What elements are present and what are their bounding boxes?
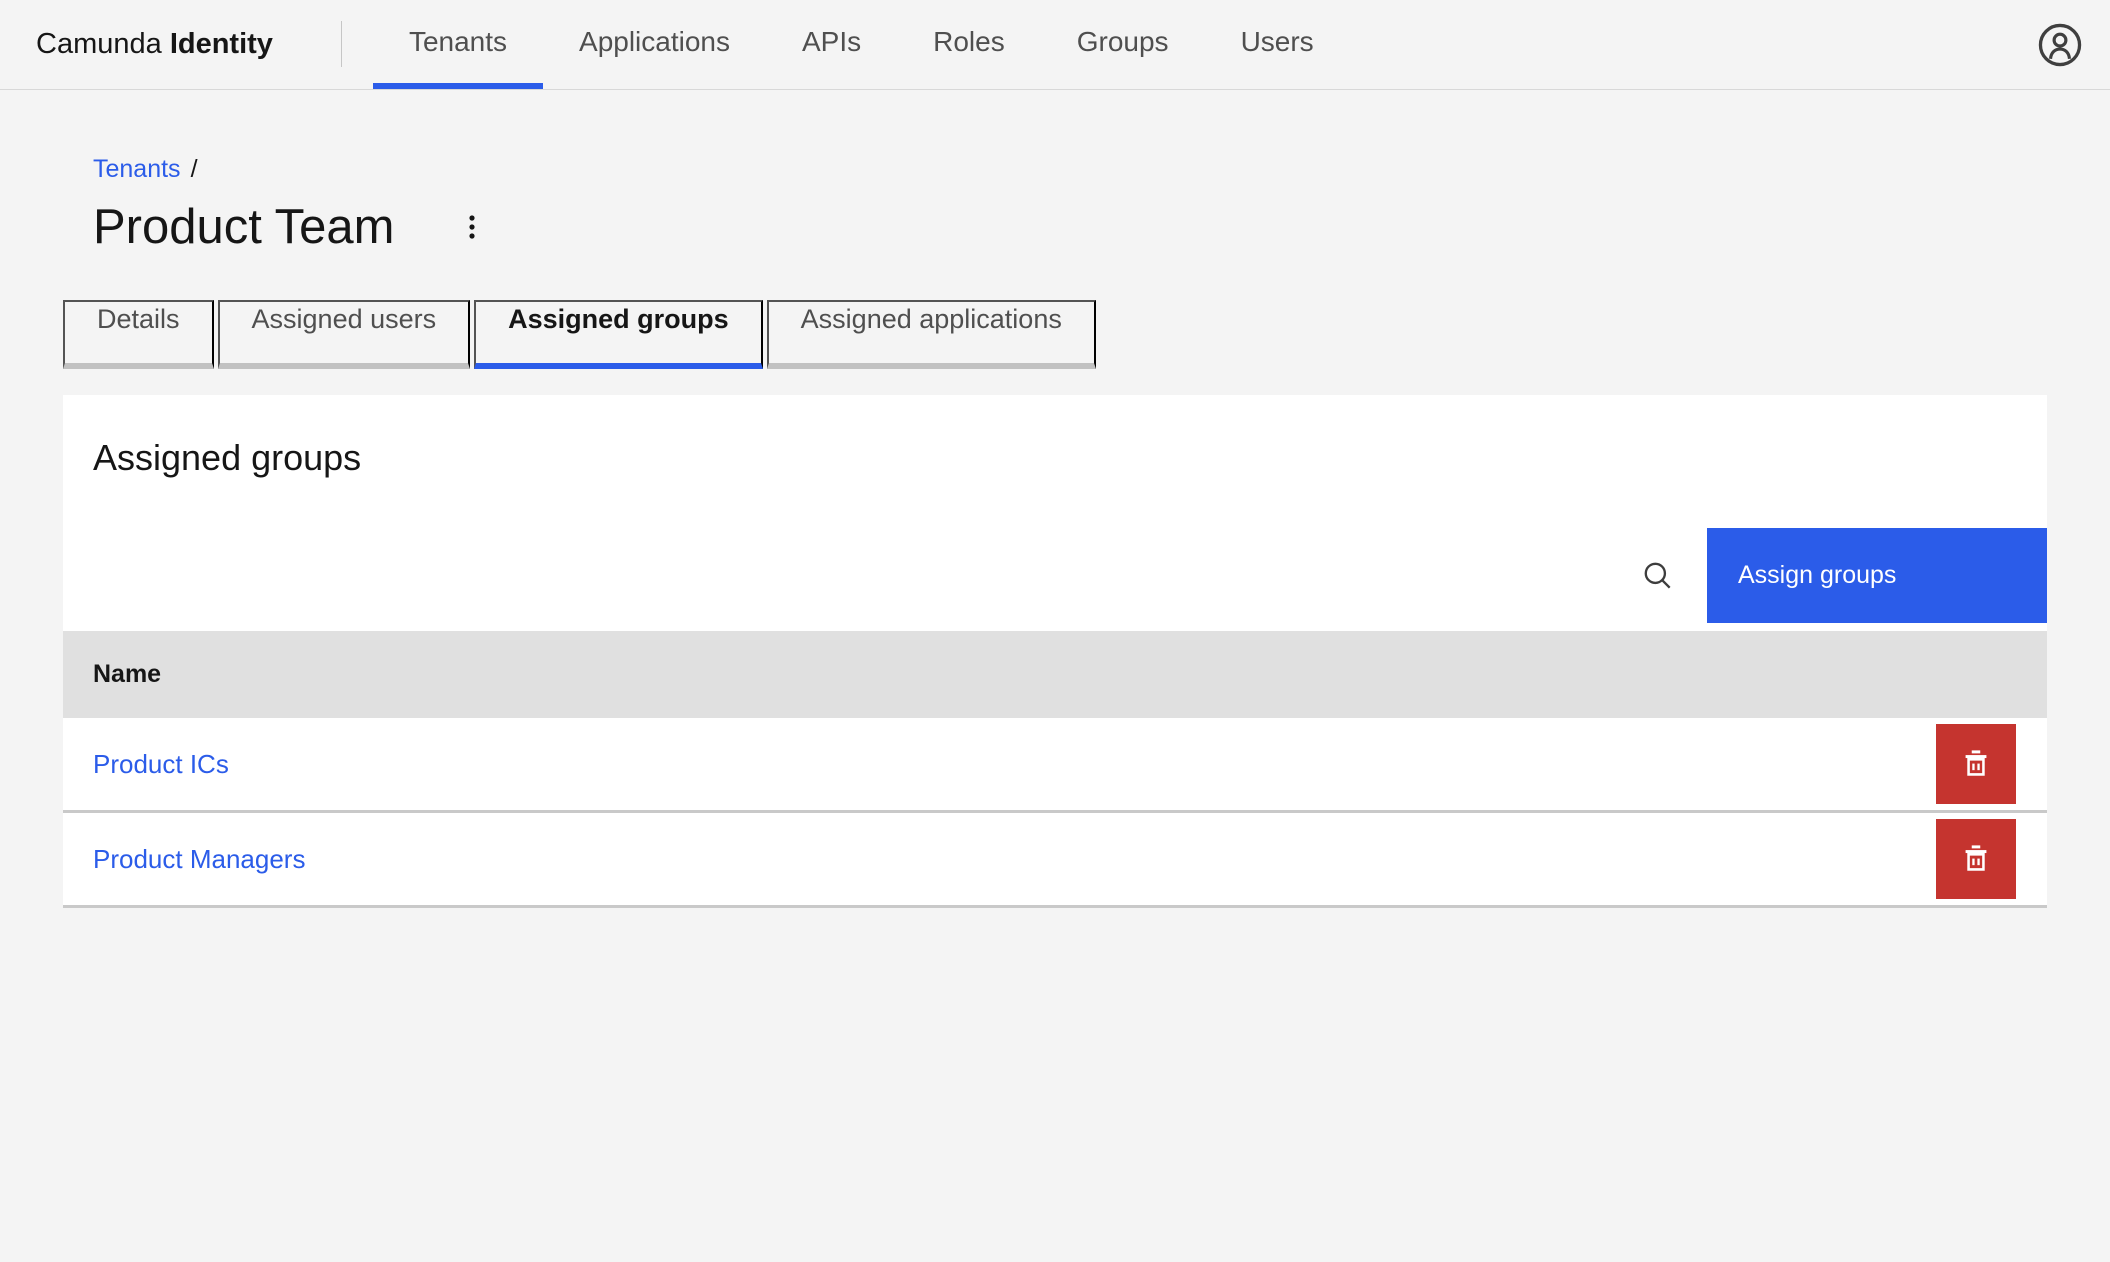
breadcrumb-separator: /: [190, 155, 198, 183]
search-button[interactable]: [1636, 554, 1680, 598]
search-icon: [1641, 559, 1675, 593]
trash-can-icon: [1959, 842, 1993, 876]
group-link-product-ics[interactable]: Product ICs: [93, 749, 229, 780]
title-row: Product Team: [93, 198, 2047, 256]
breadcrumb: Tenants /: [93, 152, 2047, 186]
tab-assigned-groups[interactable]: Assigned groups: [474, 300, 763, 369]
trash-can-icon: [1959, 747, 1993, 781]
table-row: Product Managers: [63, 813, 2047, 908]
column-header-name: Name: [93, 660, 162, 688]
nav-item-applications[interactable]: Applications: [543, 0, 766, 89]
delete-group-button[interactable]: [1936, 819, 2016, 899]
header-divider: [340, 21, 342, 67]
primary-nav: Tenants Applications APIs Roles Groups U…: [372, 0, 1350, 89]
detail-tabs: Details Assigned users Assigned groups A…: [63, 300, 2047, 369]
brand-product: Identity: [169, 28, 273, 60]
app-brand: Camunda Identity: [36, 28, 273, 61]
account-button[interactable]: [2034, 19, 2086, 71]
user-avatar-icon: [2037, 22, 2083, 68]
breadcrumb-link-tenants[interactable]: Tenants: [93, 155, 181, 183]
tab-details[interactable]: Details: [63, 300, 214, 369]
overflow-menu-button[interactable]: [450, 205, 494, 249]
nav-item-roles[interactable]: Roles: [897, 0, 1041, 89]
nav-item-users[interactable]: Users: [1205, 0, 1350, 89]
tab-assigned-applications[interactable]: Assigned applications: [766, 300, 1096, 369]
table-header-row: Name: [63, 631, 2047, 718]
panel-heading: Assigned groups: [93, 437, 362, 478]
nav-item-tenants[interactable]: Tenants: [372, 0, 544, 89]
tab-assigned-users[interactable]: Assigned users: [217, 300, 471, 369]
page-content: Tenants / Product Team Details Assigned u…: [0, 152, 2110, 908]
assign-groups-button[interactable]: Assign groups: [1707, 528, 2047, 623]
app-header: Camunda Identity Tenants Applications AP…: [0, 0, 2110, 90]
group-link-product-managers[interactable]: Product Managers: [93, 844, 305, 875]
assigned-groups-panel: Assigned groups Assign groups Name Produ…: [63, 395, 2047, 908]
table-row: Product ICs: [63, 718, 2047, 813]
brand-name: Camunda: [36, 28, 162, 60]
vertical-ellipsis-icon: [466, 211, 478, 243]
nav-item-apis[interactable]: APIs: [766, 0, 897, 89]
nav-item-groups[interactable]: Groups: [1041, 0, 1205, 89]
table-toolbar: Assign groups: [63, 528, 2047, 623]
page-title: Product Team: [93, 200, 395, 254]
delete-group-button[interactable]: [1936, 724, 2016, 804]
